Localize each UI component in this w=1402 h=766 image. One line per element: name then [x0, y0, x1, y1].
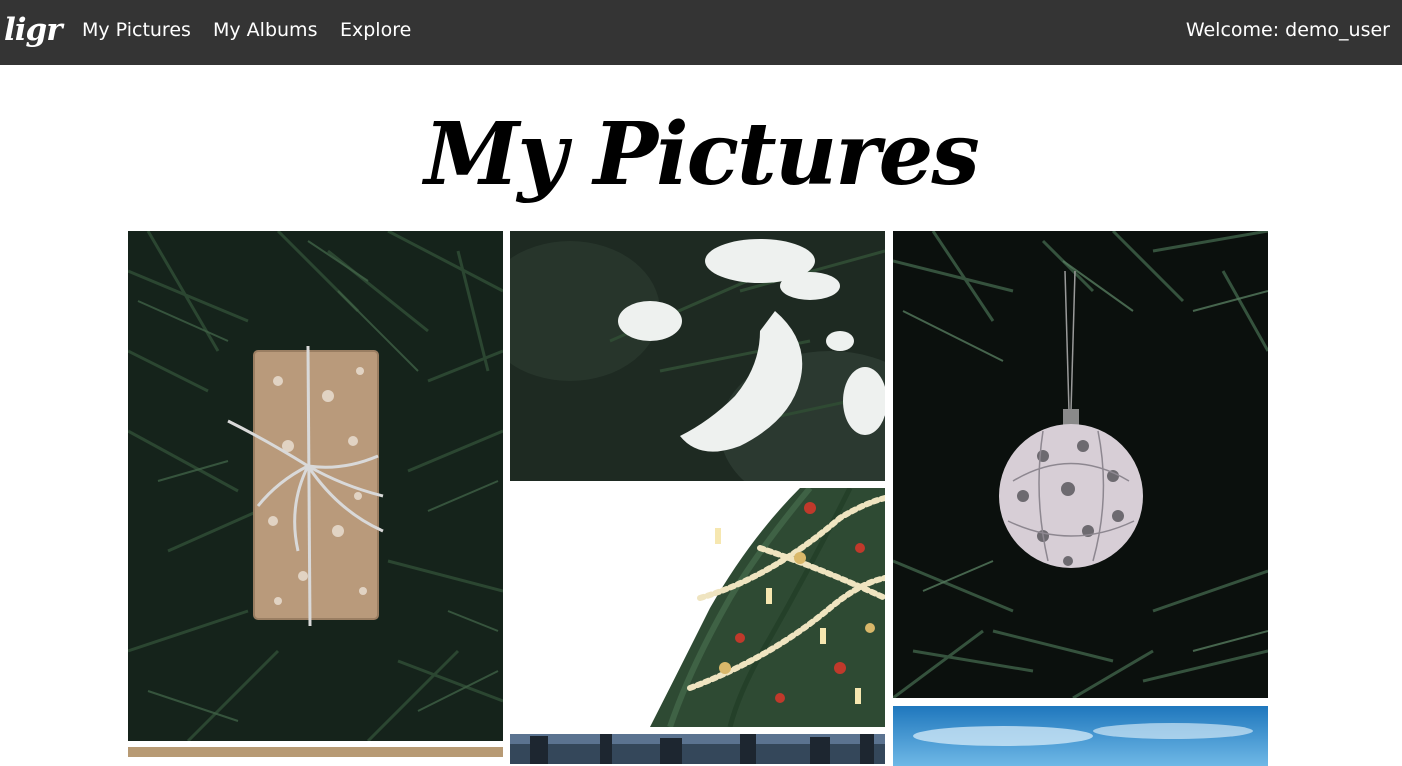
nav-link-my-pictures[interactable]: My Pictures	[82, 18, 191, 42]
nav-link-explore[interactable]: Explore	[340, 18, 411, 42]
welcome-user-text: Welcome: demo_user	[1185, 19, 1390, 41]
photo-sky[interactable]	[893, 706, 1268, 766]
top-navbar: ligr My Pictures My Albums Explore Welco…	[0, 0, 1402, 65]
photo-forest[interactable]	[510, 734, 885, 764]
photo-forest-image	[510, 734, 885, 764]
photo-sky-image	[893, 706, 1268, 766]
photo-ornament[interactable]	[893, 231, 1268, 698]
photo-snowy-branch[interactable]	[510, 231, 885, 481]
photo-decorated-tree-image	[510, 488, 885, 727]
page-title: My Pictures	[424, 104, 980, 205]
photo-snowy-branch-image	[510, 231, 885, 481]
brand-logo[interactable]: ligr	[4, 12, 63, 48]
photo-gift-box-image	[128, 231, 503, 741]
photo-ornament-image	[893, 231, 1268, 698]
photo-gift-box[interactable]	[128, 231, 503, 741]
nav-link-my-albums[interactable]: My Albums	[213, 18, 317, 42]
photo-decorated-tree[interactable]	[510, 488, 885, 727]
